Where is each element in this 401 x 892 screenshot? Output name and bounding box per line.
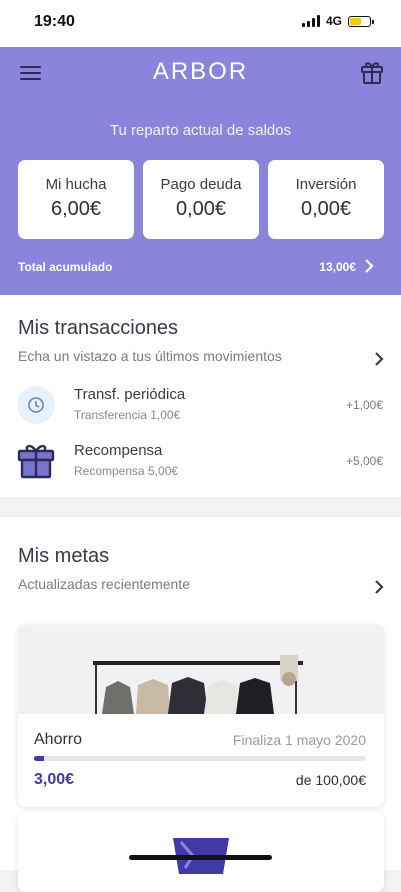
transaction-amount: +1,00€ bbox=[345, 398, 383, 412]
goal-target-amount: de 100,00€ bbox=[295, 772, 366, 788]
goals-title: Mis metas bbox=[18, 545, 110, 567]
transaction-subtitle: Recompensa 5,00€ bbox=[74, 464, 179, 478]
card-amount: 6,00€ bbox=[50, 198, 102, 220]
balance-card-pago-deuda[interactable]: Pago deuda 0,00€ bbox=[143, 160, 259, 239]
transactions-title: Mis transacciones bbox=[18, 317, 179, 339]
transactions-section: Mis transacciones Echa un vistazo a tus … bbox=[0, 295, 401, 497]
goals-subtitle: Actualizadas recientemente bbox=[18, 576, 190, 592]
chevron-right-icon[interactable] bbox=[363, 259, 375, 273]
home-indicator bbox=[129, 855, 272, 860]
total-label: Total acumulado bbox=[18, 260, 113, 274]
app-logo: ARBOR bbox=[152, 58, 249, 85]
balance-card-hucha[interactable]: Mi hucha 6,00€ bbox=[18, 160, 134, 239]
transaction-amount: +5,00€ bbox=[345, 454, 383, 468]
transactions-subtitle: Echa un vistazo a tus últimos movimiento… bbox=[18, 348, 282, 364]
balance-header: ARBOR Tu reparto actual de saldos Mi huc… bbox=[0, 47, 401, 295]
transaction-title: Recompensa bbox=[74, 442, 163, 459]
balance-title: Tu reparto actual de saldos bbox=[109, 122, 292, 139]
chevron-right-icon[interactable] bbox=[374, 351, 384, 367]
network-type: 4G bbox=[325, 14, 342, 28]
card-label: Inversión bbox=[295, 176, 357, 193]
card-amount: 0,00€ bbox=[300, 198, 352, 220]
card-label: Pago deuda bbox=[160, 176, 242, 193]
signal-icon bbox=[301, 15, 320, 27]
gift-icon[interactable] bbox=[360, 59, 384, 85]
total-amount[interactable]: 13,00€ bbox=[319, 260, 356, 274]
goal-progress-fill bbox=[34, 756, 44, 761]
gift-icon bbox=[17, 444, 55, 479]
status-bar: 19:40 4G bbox=[0, 0, 401, 47]
goal-image bbox=[18, 625, 384, 714]
transaction-subtitle: Transferencia 1,00€ bbox=[74, 408, 181, 422]
goal-card[interactable]: Ahorro Finaliza 1 mayo 2020 3,00€ de 100… bbox=[18, 625, 384, 807]
goal-name: Ahorro bbox=[34, 731, 83, 748]
goal-end-date: Finaliza 1 mayo 2020 bbox=[232, 732, 366, 748]
card-label: Mi hucha bbox=[45, 176, 107, 193]
battery-icon bbox=[348, 15, 374, 27]
status-time: 19:40 bbox=[34, 13, 75, 30]
goal-saved-amount: 3,00€ bbox=[34, 771, 75, 788]
goal-progress-bar bbox=[34, 756, 366, 761]
clock-icon bbox=[17, 386, 55, 424]
chevron-right-icon[interactable] bbox=[374, 579, 384, 595]
goal-illustration-icon bbox=[173, 838, 229, 874]
next-goal-card[interactable] bbox=[18, 812, 384, 892]
status-indicators: 4G bbox=[301, 14, 374, 28]
card-amount: 0,00€ bbox=[175, 198, 227, 220]
transaction-title: Transf. periódica bbox=[74, 386, 186, 403]
balance-card-inversion[interactable]: Inversión 0,00€ bbox=[268, 160, 384, 239]
